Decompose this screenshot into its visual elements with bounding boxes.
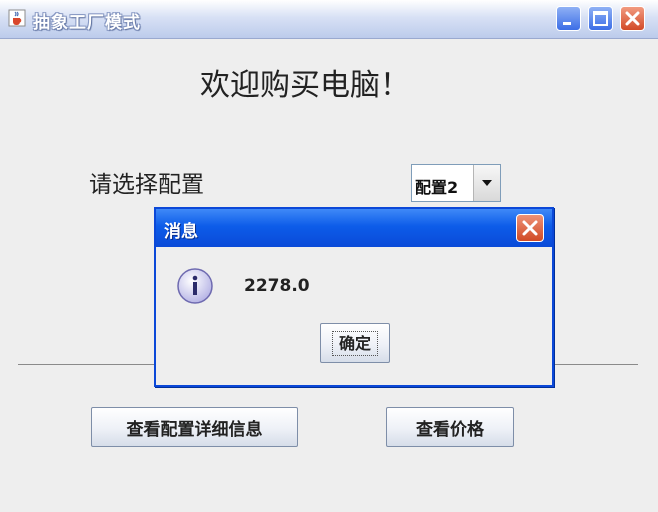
maximize-icon (593, 11, 608, 26)
chevron-down-icon (482, 180, 492, 186)
dialog-title: 消息 (164, 222, 198, 242)
minimize-icon (563, 22, 571, 25)
ok-button[interactable]: 确定 (320, 323, 390, 363)
ok-button-label: 确定 (331, 330, 378, 356)
java-cup-icon (8, 9, 26, 27)
close-icon (522, 220, 538, 236)
dialog-close-button[interactable] (516, 214, 544, 242)
window-title: 抽象工厂模式 (33, 13, 141, 33)
dialog-title-bar[interactable]: 消息 (156, 209, 552, 247)
message-dialog: 消息 2278.0 确定 (154, 207, 554, 387)
config-select-arrow[interactable] (473, 165, 500, 201)
title-bar[interactable]: 抽象工厂模式 (0, 0, 658, 39)
view-price-button[interactable]: 查看价格 (386, 407, 514, 447)
maximize-button[interactable] (588, 6, 613, 31)
config-select[interactable]: 配置2 (411, 164, 501, 202)
close-button[interactable] (620, 6, 645, 31)
config-label: 请选择配置 (89, 172, 204, 198)
dialog-message: 2278.0 (244, 276, 310, 296)
close-icon (625, 11, 640, 26)
welcome-heading: 欢迎购买电脑！ (200, 68, 410, 103)
minimize-button[interactable] (556, 6, 581, 31)
view-details-button[interactable]: 查看配置详细信息 (91, 407, 298, 447)
info-icon (176, 267, 216, 311)
config-select-value: 配置2 (415, 178, 459, 197)
